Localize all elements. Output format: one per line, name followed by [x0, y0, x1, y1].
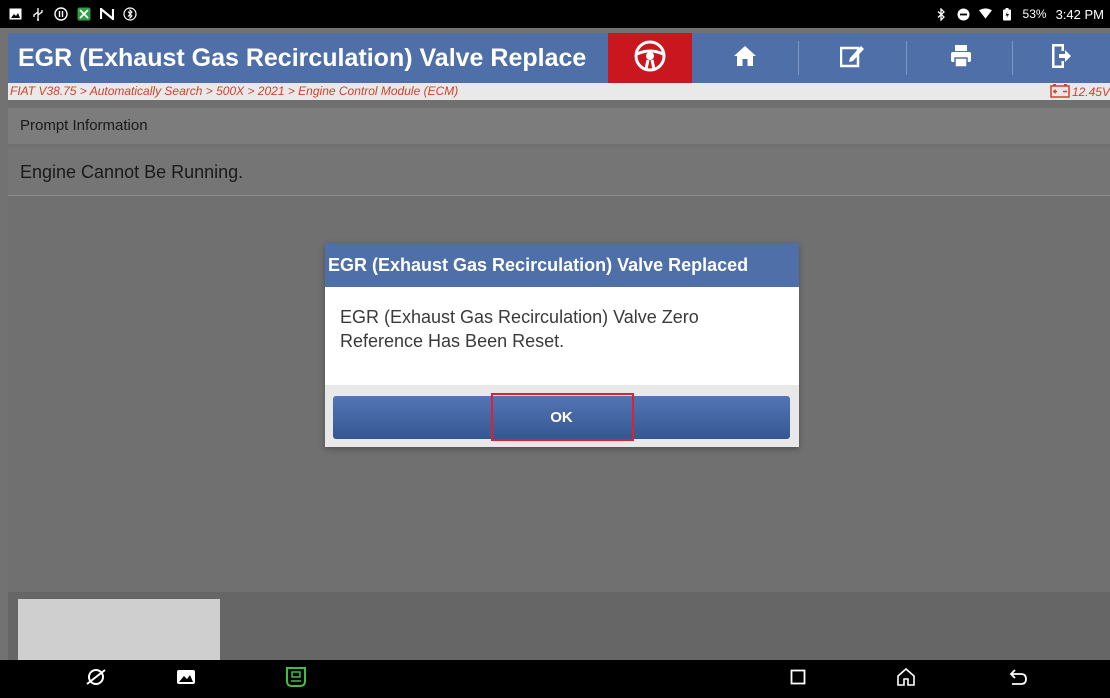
edit-icon [839, 44, 866, 73]
home-nav-button[interactable] [892, 660, 920, 698]
navigation-bar [0, 660, 1110, 698]
vci-icon [283, 666, 309, 693]
back-button[interactable] [1004, 660, 1032, 698]
prompt-message: Engine Cannot Be Running. [8, 148, 1110, 196]
back-icon [1008, 668, 1028, 691]
edit-button[interactable] [798, 33, 908, 83]
home-icon [733, 45, 757, 72]
usb-icon [31, 7, 45, 21]
dialog-message-line: EGR (Exhaust Gas Recirculation) Valve Ze… [340, 307, 699, 327]
voltage-value: 12.45V [1071, 84, 1110, 99]
alert-dialog: EGR (Exhaust Gas Recirculation) Valve Re… [325, 243, 799, 447]
browser-button[interactable] [82, 660, 110, 698]
ok-button[interactable]: OK [333, 396, 790, 439]
dialog-message-line: Reference Has Been Reset. [340, 331, 565, 351]
vci-button[interactable] [280, 660, 312, 698]
exit-button[interactable] [1012, 33, 1110, 83]
breadcrumb-path: FIAT V38.75 > Automatically Search > 500… [10, 84, 459, 98]
page-title: EGR (Exhaust Gas Recirculation) Valve Re… [18, 44, 587, 72]
dialog-footer: OK [325, 385, 799, 447]
browser-icon [85, 667, 107, 692]
bluetooth-settings-icon [123, 7, 137, 21]
clock: 3:42 PM [1055, 6, 1104, 22]
print-icon [950, 44, 972, 73]
dialog-body: EGR (Exhaust Gas Recirculation) Valve Ze… [325, 287, 799, 385]
gallery-button[interactable] [172, 660, 200, 698]
gallery-icon [176, 669, 196, 690]
prompt-header: Prompt Information [8, 108, 1110, 144]
bluetooth-icon [935, 7, 948, 21]
status-bar: 53% 3:42 PM [0, 0, 1110, 28]
n-icon [100, 7, 114, 21]
status-bar-right: 53% 3:42 PM [935, 7, 1104, 22]
title-bar: EGR (Exhaust Gas Recirculation) Valve Re… [8, 33, 1110, 83]
steering-wheel-button[interactable] [608, 33, 692, 83]
print-button[interactable] [906, 33, 1016, 83]
home-icon [896, 667, 916, 692]
car-battery-icon [1050, 83, 1070, 101]
wifi-icon [978, 8, 992, 21]
app-icon [77, 7, 91, 21]
bottom-card [18, 599, 220, 660]
steering-wheel-icon [633, 39, 667, 78]
battery-percent: 53% [1022, 7, 1047, 21]
do-not-disturb-icon [957, 8, 970, 21]
battery-icon [1001, 7, 1014, 21]
recents-button[interactable] [784, 660, 812, 698]
dialog-title: EGR (Exhaust Gas Recirculation) Valve Re… [325, 243, 799, 287]
pause-circle-icon [54, 7, 68, 21]
status-bar-left [8, 7, 137, 21]
home-button[interactable] [690, 33, 800, 83]
bottom-toolbar [8, 592, 1110, 660]
gallery-icon [8, 7, 22, 21]
recents-icon [790, 669, 806, 690]
voltage-indicator: 12.45V [1050, 83, 1110, 100]
breadcrumb: FIAT V38.75 > Automatically Search > 500… [8, 83, 1110, 100]
exit-icon [1050, 43, 1072, 74]
